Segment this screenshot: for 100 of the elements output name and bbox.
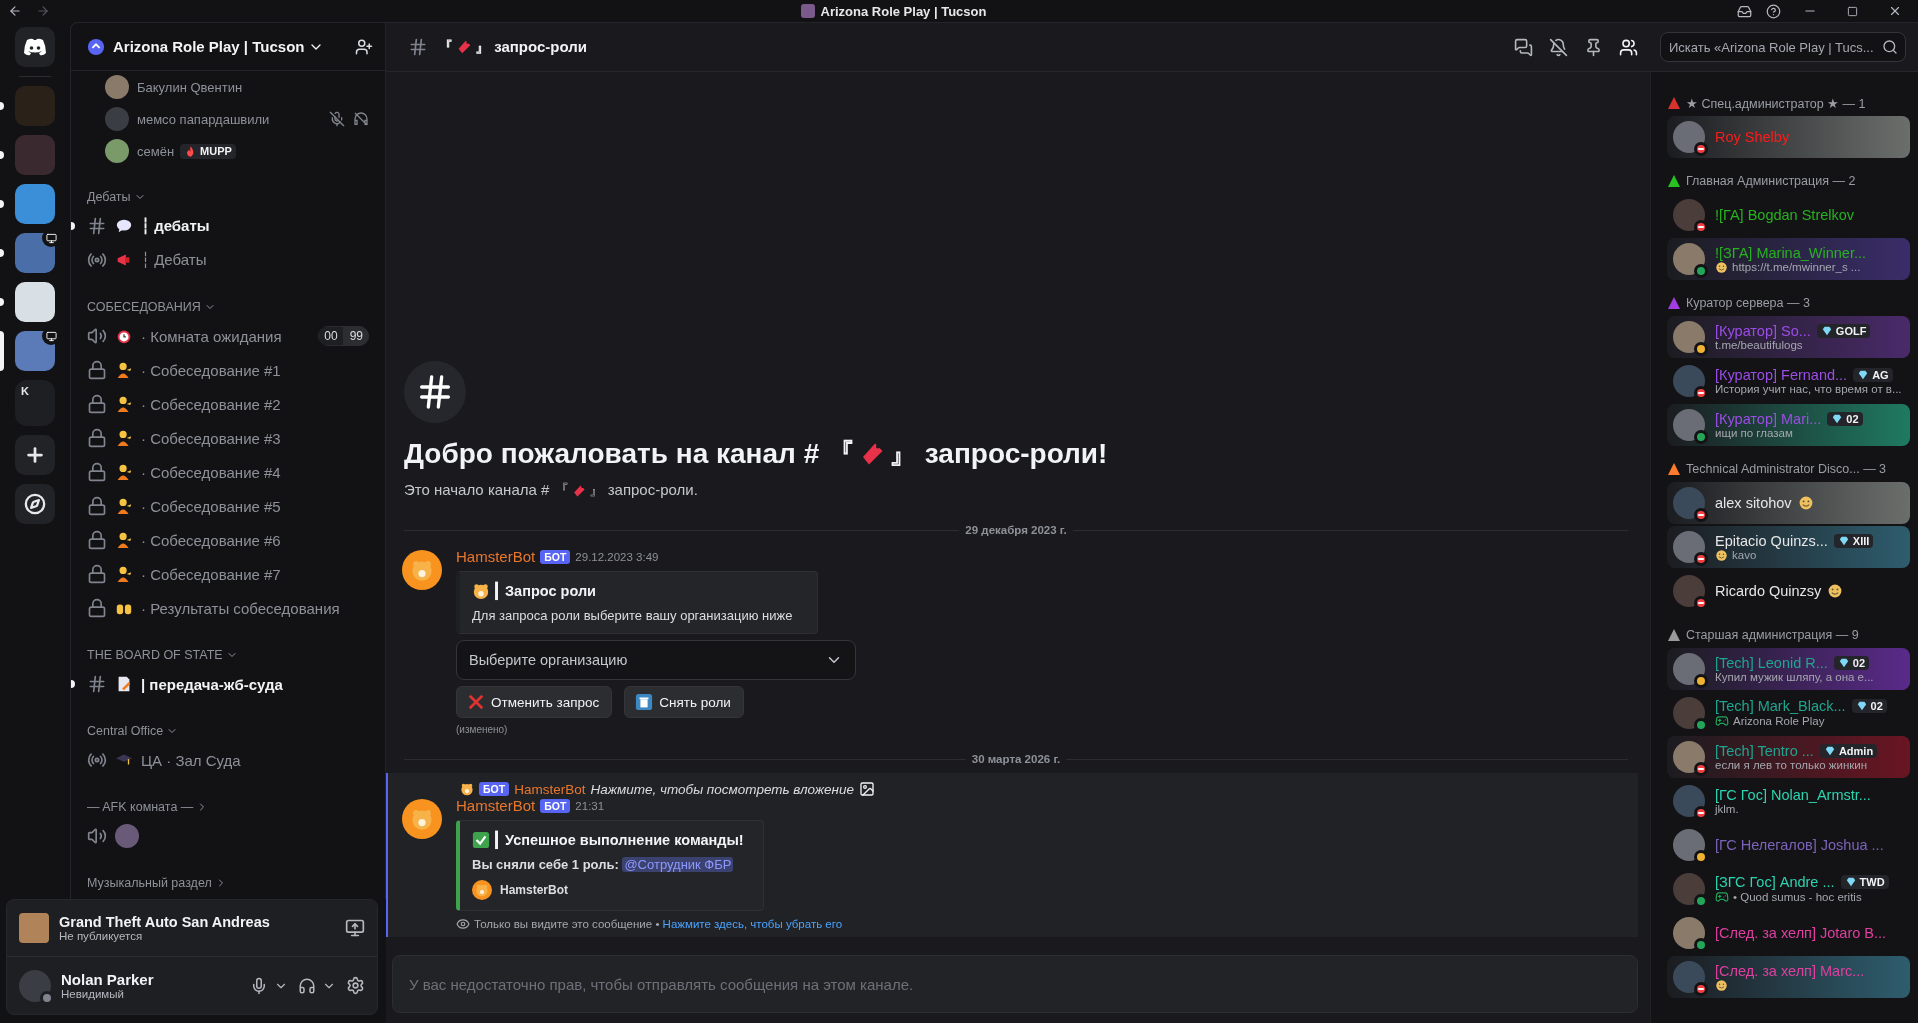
member-list-item[interactable]: [Tech] Leonid R... 02 Купил мужик шляпу, а она е... [1667,648,1910,690]
speaker-icon [87,826,107,846]
organization-dropdown[interactable]: Выберите организацию [456,640,856,680]
forward-icon[interactable] [36,4,50,18]
headphones-button[interactable] [298,976,336,995]
smiley-icon [1715,978,1728,992]
reply-preview[interactable]: Нажмите, чтобы посмотреть вложение [590,781,855,797]
embed-footer: HamsterBot [500,883,568,897]
member-name: [Tech] Leonid R... [1715,655,1828,671]
muted-bell-icon[interactable] [1549,37,1568,57]
avatar [105,107,129,131]
help-icon[interactable] [1766,3,1781,19]
members-icon[interactable] [1619,37,1638,57]
guild-tag-label: AG [1872,369,1889,381]
composer-notice: У вас недостаточно прав, чтобы отправлять сообщения на этом канале. [409,975,914,993]
inbox-icon[interactable] [1737,3,1752,19]
threads-icon[interactable] [1514,37,1533,57]
gem-icon [1820,325,1833,337]
embed-description: Для запроса роли выберите вашу организацию ниже [472,608,794,623]
member-list-item[interactable]: [Tech] Mark_Black... 02 Arizona Role Play [1667,692,1910,734]
embed-description: Вы сняли себе 1 роль: @Сотрудник ФБР [472,857,735,872]
channel-name[interactable]: · Собеседование #5 [141,497,369,515]
guild-tag-label: TWD [1859,876,1885,888]
category-header[interactable]: СОБЕСЕДОВАНИЯ [71,295,377,319]
screen-share-icon[interactable] [345,918,365,938]
ephemeral-note: Только вы видите это сообщение • Нажмите здесь, чтобы убрать его [474,918,843,930]
voice-user-item[interactable]: Бакулин Qвентин [71,71,377,103]
channel-name[interactable]: · Комната ожидания [141,327,311,345]
channel-name[interactable]: ЦА · Зал Суда [141,751,369,769]
settings-icon[interactable] [346,976,365,995]
lock-icon [87,564,107,584]
author-name[interactable]: HamsterBot [456,797,536,814]
member-list-item[interactable]: [Куратор] Fernand... AG История учит нас, что время от в... [1667,360,1910,402]
avatar [105,139,129,163]
member-list-item[interactable]: alex sitohov [1667,482,1910,524]
broadcast-icon [87,750,107,770]
back-icon[interactable] [8,4,22,18]
member-list-item[interactable]: [ЗГС Гос] Andre ... TWD • Quod sumus - hoc eritis [1667,868,1910,910]
category-header[interactable]: Музыкальный раздел [71,871,377,895]
app-logo[interactable] [15,27,55,67]
gem-icon [1857,369,1870,381]
welcome-subtitle: 』 запрос-роли. [588,481,698,500]
dismiss-link[interactable]: Нажмите здесь, чтобы убрать его [662,918,843,930]
invite-icon[interactable] [355,37,373,56]
reply-author[interactable]: HamsterBot [514,781,586,797]
pin-icon[interactable] [1584,37,1603,57]
member-list-item[interactable]: ![ГА] Bogdan Strelkov [1667,194,1910,236]
action-button[interactable]: Снять роли [624,686,744,718]
role-group-header: Главная Администрация — 2 [1686,174,1856,188]
lock-icon [87,394,107,414]
member-name: Ricardo Quinzsy [1715,583,1822,599]
channel-name[interactable]: · Результаты собеседования [141,599,369,617]
channel-name[interactable]: · Собеседование #6 [141,531,369,549]
author-name[interactable]: HamsterBot [456,548,536,565]
action-button[interactable]: Отменить запрос [456,686,613,718]
search-field[interactable]: Искать «Arizona Role Play | Tucs... [1660,32,1906,62]
member-name: ![ЗГА] Marina_Winner... [1715,244,1867,261]
member-status-text: t.me/beautifulogs [1715,339,1803,351]
guild-tag-label: 02 [1870,700,1883,712]
channel-name[interactable]: · Собеседование #3 [141,429,369,447]
guild-tag-label: XIII [1852,534,1870,547]
member-list-item[interactable]: [ГС Нелегалов] Joshua ... [1667,824,1910,866]
bot-badge: БОТ [479,782,510,796]
user-name: Nolan Parker [61,971,155,988]
channel-name[interactable]: · Собеседование #4 [141,463,369,481]
member-list-item[interactable]: Roy Shelby [1667,116,1910,158]
add-server-button[interactable] [15,435,55,475]
member-list-item[interactable]: [Куратор] So... GOLF t.me/beautifulogs [1667,316,1910,358]
search-icon [1882,39,1898,55]
category-header[interactable]: — AFK комната — [71,795,377,819]
server-name-menu[interactable]: Arizona Role Play | Tucson [113,38,347,55]
member-list-item[interactable]: [Tech] Tentro ... Admin если я лев то только жинкин [1667,736,1910,778]
voice-user-name: семён [137,143,175,159]
lock-icon [87,598,107,618]
gem-icon [1837,534,1850,547]
member-name: Roy Shelby [1715,129,1790,145]
channel-name[interactable]: ┆ дебаты [141,217,369,235]
member-list-item[interactable]: [След. за хелп] Marc... [1667,956,1910,998]
member-list-item[interactable]: [Куратор] Mari... 02 ищи по глазам [1667,404,1910,446]
member-list-item[interactable]: Ricardo Quinzsy [1667,570,1910,612]
category-header[interactable]: Central Office [71,719,377,743]
voice-user-item[interactable]: мемсо папардашвили [71,103,377,135]
category-header[interactable]: Дебаты [71,185,377,209]
member-list-item[interactable]: ![ЗГА] Marina_Winner... https://t.me/mwinner_s ... [1667,238,1910,280]
voice-user-item[interactable]: семён MUPP [71,135,377,167]
channel-name[interactable]: ┆ Дебаты [141,251,369,269]
channel-name[interactable]: | передача-жб-суда [141,675,369,693]
channel-name[interactable]: · Собеседование #7 [141,565,369,583]
category-header[interactable]: THE BOARD OF STATE [71,643,377,667]
plus-icon [24,444,46,466]
microphone-button[interactable] [250,976,288,995]
member-list-item[interactable]: Epitacio Quinzs... XIII kavo [1667,526,1910,568]
member-list-item[interactable]: [След. за хелп] Jotaro B... [1667,912,1910,954]
role-mention[interactable]: @Сотрудник ФБР [622,857,734,872]
channel-name[interactable]: · Собеседование #1 [141,361,369,379]
member-list-item[interactable]: [ГС Гос] Nolan_Armstr... jklm. [1667,780,1910,822]
gem-icon [1844,876,1857,888]
person-icon [115,531,133,549]
channel-name[interactable]: · Собеседование #2 [141,395,369,413]
discover-button[interactable] [15,484,55,524]
